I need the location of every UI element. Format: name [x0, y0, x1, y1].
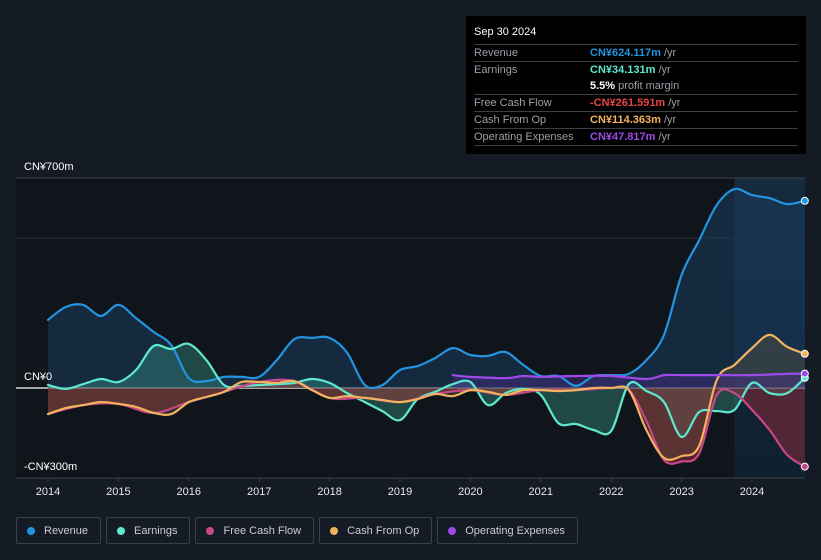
y-tick-label: -CN¥300m	[24, 461, 77, 473]
legend-dot-icon	[117, 526, 126, 535]
tooltip-unit: /yr	[658, 64, 671, 76]
tooltip-unit: /yr	[668, 97, 681, 109]
tooltip-value: -CN¥261.591m	[590, 97, 666, 109]
tooltip-value: CN¥624.117m	[590, 47, 661, 59]
x-axis-labels: 2014 2015 2016 2017 2018 2019 2020 2021 2022 2023…	[36, 478, 764, 498]
legend-label: Earnings	[134, 524, 178, 537]
x-tick-label: 2015	[106, 486, 130, 498]
legend-item-cash-from-op[interactable]: Cash From Op	[319, 517, 433, 544]
tooltip-value: CN¥47.817m	[590, 131, 656, 143]
tooltip-row: Operating Expenses CN¥47.817m/yr	[474, 128, 798, 146]
tooltip-row: Revenue CN¥624.117m/yr	[474, 44, 798, 61]
y-tick-label: CN¥0	[24, 371, 52, 383]
tooltip-unit: /yr	[663, 114, 677, 126]
tooltip-label: Earnings	[474, 64, 518, 76]
x-tick-label: 2017	[247, 486, 271, 498]
tooltip-unit: /yr	[663, 47, 677, 59]
x-tick-label: 2023	[669, 486, 693, 498]
tooltip-value: 5.5%	[590, 80, 616, 92]
legend-label: Operating Expenses	[465, 524, 565, 537]
tooltip-label: Operating Expenses	[474, 131, 574, 143]
tooltip: Sep 30 2024 Revenue CN¥624.117m/yr Earning…	[466, 16, 806, 154]
tooltip-unit: profit margin	[618, 80, 680, 92]
legend-item-operating-expenses[interactable]: Operating Expenses	[437, 517, 578, 544]
tooltip-label: Free Cash Flow	[474, 97, 552, 109]
tooltip-value: CN¥114.363m	[590, 114, 661, 126]
legend-dot-icon	[448, 526, 457, 535]
revenue-end-marker	[800, 196, 809, 205]
legend-label: Cash From Op	[347, 524, 420, 537]
tooltip-value: CN¥34.131m	[590, 64, 656, 76]
tooltip-row: Earnings CN¥34.131m/yr	[474, 61, 798, 78]
legend-label: Free Cash Flow	[223, 524, 302, 537]
x-tick-label: 2019	[388, 486, 412, 498]
legend-item-revenue[interactable]: Revenue	[16, 517, 102, 544]
y-tick-label: CN¥700m	[24, 161, 74, 173]
x-tick-label: 2018	[317, 486, 341, 498]
legend-dot-icon	[206, 526, 215, 535]
x-tick-label: 2016	[177, 486, 201, 498]
legend-item-free-cash-flow[interactable]: Free Cash Flow	[195, 517, 315, 544]
tooltip-date: Sep 30 2024	[474, 26, 537, 38]
free-cash-flow-end-marker	[800, 462, 809, 471]
tooltip-row: Free Cash Flow -CN¥261.591m/yr	[474, 94, 798, 111]
tooltip-label	[474, 78, 590, 94]
x-tick-label: 2024	[740, 486, 764, 498]
cash-from-op-end-marker	[800, 349, 809, 358]
x-tick-label: 2020	[458, 486, 482, 498]
legend-label: Revenue	[44, 524, 89, 537]
operating-expenses-end-marker	[800, 369, 809, 378]
x-tick-label: 2021	[529, 486, 553, 498]
x-tick-label: 2022	[599, 486, 623, 498]
x-tick-label: 2014	[36, 486, 60, 498]
legend-dot-icon	[27, 526, 35, 535]
tooltip-label: Revenue	[474, 47, 519, 59]
tooltip-row: 5.5% profit margin	[474, 78, 798, 94]
tooltip-label: Cash From Op	[474, 114, 547, 126]
tooltip-rows: Revenue CN¥624.117m/yr Earnings CN¥34.131m /…	[474, 44, 798, 146]
tooltip-row: Cash From Op CN¥114.363m/yr	[474, 111, 798, 128]
legend-item-earnings[interactable]: Earnings	[106, 517, 191, 544]
legend-dot-icon	[330, 526, 339, 535]
tooltip-unit: /yr	[658, 131, 671, 143]
legend: Revenue Earnings Free Cash Flow Cash From O…	[16, 517, 578, 544]
